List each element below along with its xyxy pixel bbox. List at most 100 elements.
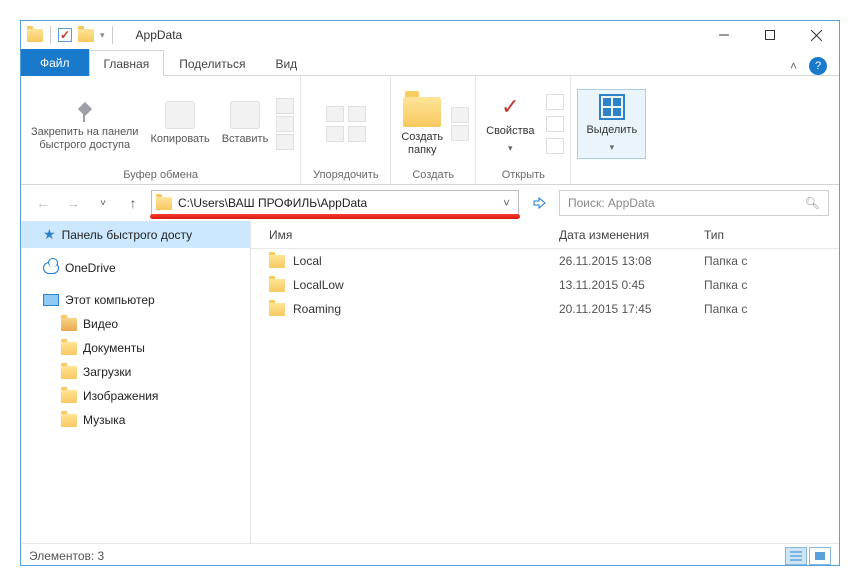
close-button[interactable] bbox=[793, 21, 839, 49]
folder-icon bbox=[61, 366, 77, 379]
copy-button[interactable]: Копировать bbox=[146, 99, 213, 148]
ribbon-tabs: Файл Главная Поделиться Вид ˄ ? bbox=[21, 49, 839, 75]
view-details-button[interactable] bbox=[785, 547, 807, 565]
tab-home[interactable]: Главная bbox=[89, 50, 165, 76]
window-title: AppData bbox=[136, 28, 183, 42]
up-button[interactable]: ↑ bbox=[121, 191, 145, 215]
qat-separator-2 bbox=[112, 26, 113, 44]
column-modified[interactable]: Дата изменения bbox=[559, 228, 704, 242]
sidebar-label: Загрузки bbox=[83, 365, 131, 379]
collapse-ribbon-icon[interactable]: ˄ bbox=[790, 59, 797, 73]
group-label-open: Открыть bbox=[502, 167, 545, 182]
group-new: Создать папку Создать bbox=[391, 76, 476, 184]
view-large-button[interactable] bbox=[809, 547, 831, 565]
refresh-button[interactable] bbox=[525, 190, 553, 216]
item-name: Roaming bbox=[293, 302, 341, 316]
group-label-new: Создать bbox=[412, 167, 454, 182]
select-icon bbox=[599, 94, 625, 120]
ribbon: Закрепить на панели быстрого доступа Коп… bbox=[21, 75, 839, 185]
sidebar-item-quickaccess[interactable]: ★ Панель быстрого досту bbox=[21, 221, 250, 248]
copyto-icon[interactable] bbox=[326, 126, 344, 142]
easy-access-icon[interactable] bbox=[451, 125, 469, 141]
search-box[interactable]: Поиск: AppData 🔍︎ bbox=[559, 190, 829, 216]
paste-icon bbox=[230, 101, 260, 129]
column-headers: Имя Дата изменения Тип bbox=[251, 221, 839, 249]
item-modified: 20.11.2015 17:45 bbox=[559, 302, 704, 316]
sidebar-item-videos[interactable]: Видео bbox=[21, 312, 250, 336]
forward-button[interactable]: → bbox=[61, 191, 85, 215]
group-label-clipboard: Буфер обмена bbox=[123, 167, 198, 182]
folder-icon bbox=[61, 414, 77, 427]
list-item[interactable]: LocalLow 13.11.2015 0:45 Папка с bbox=[251, 273, 839, 297]
qat-properties-icon[interactable]: ✓ bbox=[58, 28, 72, 42]
list-item[interactable]: Local 26.11.2015 13:08 Папка с bbox=[251, 249, 839, 273]
folder-icon bbox=[61, 318, 77, 331]
recent-locations-button[interactable]: ˅ bbox=[91, 191, 115, 215]
item-modified: 26.11.2015 13:08 bbox=[559, 254, 704, 268]
column-name[interactable]: Имя bbox=[269, 228, 559, 242]
address-path: C:\Users\ВАШ ПРОФИЛЬ\AppData bbox=[178, 196, 499, 210]
pin-quickaccess-button[interactable]: Закрепить на панели быстрого доступа bbox=[27, 94, 142, 154]
address-bar[interactable]: C:\Users\ВАШ ПРОФИЛЬ\AppData ˅ bbox=[151, 190, 519, 216]
address-dropdown-icon[interactable]: ˅ bbox=[499, 196, 514, 210]
sidebar-item-pictures[interactable]: Изображения bbox=[21, 384, 250, 408]
delete-icon[interactable] bbox=[348, 106, 366, 122]
qat-newfolder-icon[interactable] bbox=[78, 29, 94, 42]
moveto-icon[interactable] bbox=[326, 106, 344, 122]
group-select: Выделить ▾ bbox=[571, 76, 652, 184]
tab-file[interactable]: Файл bbox=[21, 49, 89, 76]
paste-shortcut-icon[interactable] bbox=[276, 134, 294, 150]
tab-view[interactable]: Вид bbox=[260, 50, 312, 76]
sidebar-item-music[interactable]: Музыка bbox=[21, 408, 250, 432]
qat-separator bbox=[50, 26, 51, 44]
file-list-pane: Имя Дата изменения Тип Local 26.11.2015 … bbox=[251, 221, 839, 543]
edit-icon[interactable] bbox=[546, 116, 564, 132]
new-folder-button[interactable]: Создать папку bbox=[397, 89, 447, 159]
folder-icon bbox=[403, 97, 441, 127]
qat-dropdown-icon[interactable]: ▾ bbox=[100, 30, 105, 41]
cut-icon[interactable] bbox=[276, 98, 294, 114]
history-icon[interactable] bbox=[546, 138, 564, 154]
sidebar-item-documents[interactable]: Документы bbox=[21, 336, 250, 360]
list-item[interactable]: Roaming 20.11.2015 17:45 Папка с bbox=[251, 297, 839, 321]
body-area: ★ Панель быстрого досту OneDrive Этот ко… bbox=[21, 221, 839, 543]
column-type[interactable]: Тип bbox=[704, 228, 839, 242]
explorer-window: ✓ ▾ AppData Файл Главная Поделиться Вид … bbox=[20, 20, 840, 566]
tab-share[interactable]: Поделиться bbox=[164, 50, 260, 76]
item-name: LocalLow bbox=[293, 278, 344, 292]
select-button[interactable]: Выделить ▾ bbox=[577, 89, 646, 159]
copypath-icon[interactable] bbox=[276, 116, 294, 132]
item-type: Папка с bbox=[704, 254, 839, 268]
group-organize: Упорядочить bbox=[301, 76, 391, 184]
sidebar-label: Этот компьютер bbox=[65, 293, 155, 307]
navigation-pane: ★ Панель быстрого досту OneDrive Этот ко… bbox=[21, 221, 251, 543]
pc-icon bbox=[43, 294, 59, 306]
folder-icon bbox=[61, 390, 77, 403]
file-rows: Local 26.11.2015 13:08 Папка с LocalLow … bbox=[251, 249, 839, 321]
status-bar: Элементов: 3 bbox=[21, 543, 839, 567]
folder-icon bbox=[269, 255, 285, 268]
sidebar-label: Изображения bbox=[83, 389, 158, 403]
copy-icon bbox=[165, 101, 195, 129]
check-icon: ✓ bbox=[496, 93, 524, 121]
status-item-count: Элементов: 3 bbox=[29, 549, 104, 563]
item-name: Local bbox=[293, 254, 322, 268]
rename-icon[interactable] bbox=[348, 126, 366, 142]
sidebar-label: Документы bbox=[83, 341, 145, 355]
paste-button[interactable]: Вставить bbox=[218, 99, 273, 148]
sidebar-item-onedrive[interactable]: OneDrive bbox=[21, 256, 250, 280]
sidebar-item-thispc[interactable]: Этот компьютер bbox=[21, 288, 250, 312]
new-item-icon[interactable] bbox=[451, 107, 469, 123]
group-label-organize: Упорядочить bbox=[313, 167, 378, 182]
folder-icon bbox=[269, 303, 285, 316]
minimize-button[interactable] bbox=[701, 21, 747, 49]
sidebar-item-downloads[interactable]: Загрузки bbox=[21, 360, 250, 384]
search-placeholder: Поиск: AppData bbox=[568, 196, 655, 210]
back-button[interactable]: ← bbox=[31, 191, 55, 215]
maximize-button[interactable] bbox=[747, 21, 793, 49]
group-open: ✓ Свойства ▾ Открыть bbox=[476, 76, 571, 184]
system-menu-icon[interactable] bbox=[27, 29, 43, 42]
properties-button[interactable]: ✓ Свойства ▾ bbox=[482, 91, 538, 157]
open-icon[interactable] bbox=[546, 94, 564, 110]
help-icon[interactable]: ? bbox=[809, 57, 827, 75]
